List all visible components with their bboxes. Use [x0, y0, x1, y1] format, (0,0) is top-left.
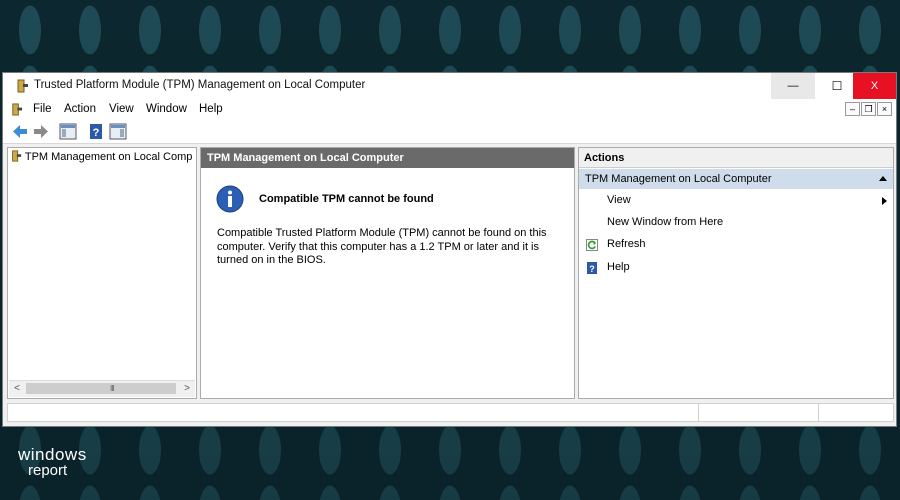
svg-text:?: ? [93, 127, 100, 139]
close-icon: × [881, 104, 888, 114]
actions-header: Actions [579, 148, 893, 168]
windows-report-logo: windows report [18, 445, 87, 479]
message-body: Compatible Trusted Platform Module (TPM)… [217, 227, 547, 266]
results-pane-header: TPM Management on Local Computer [201, 148, 574, 168]
mdi-minimize-button[interactable]: – [845, 102, 860, 116]
toolbar: ? [3, 120, 896, 144]
maximize-icon: ☐ [831, 79, 843, 93]
scroll-right-icon[interactable]: > [179, 381, 195, 397]
menu-window[interactable]: Window [146, 103, 187, 115]
menu-action[interactable]: Action [64, 103, 96, 115]
action-label: Help [607, 261, 630, 273]
info-icon [216, 185, 244, 213]
scroll-left-icon[interactable]: < [9, 381, 25, 397]
horizontal-scrollbar[interactable]: < III > [9, 380, 195, 397]
status-divider [698, 404, 699, 421]
actions-section-header[interactable]: TPM Management on Local Computer [579, 169, 893, 189]
status-bar [7, 403, 894, 422]
window-title: Trusted Platform Module (TPM) Management… [34, 79, 366, 91]
tree-item-label: TPM Management on Local Comp [24, 151, 193, 163]
action-label: View [607, 194, 631, 206]
action-item-help[interactable]: ? Help [579, 259, 893, 277]
show-hide-console-tree-icon[interactable] [59, 123, 77, 140]
action-label: New Window from Here [607, 216, 724, 228]
back-arrow-icon[interactable] [11, 123, 29, 140]
actions-pane: Actions TPM Management on Local Computer… [578, 147, 894, 399]
mdi-restore-button[interactable]: ❐ [861, 102, 876, 116]
logo-line-1: windows [18, 445, 87, 464]
minimize-button[interactable]: — [771, 73, 815, 99]
refresh-icon [586, 239, 598, 251]
action-item-refresh[interactable]: Refresh [579, 236, 893, 254]
minimize-icon: – [849, 104, 855, 114]
action-item-new-window[interactable]: New Window from Here [579, 214, 893, 232]
submenu-arrow-icon [882, 197, 887, 205]
minimize-icon: — [787, 80, 799, 92]
message-title: Compatible TPM cannot be found [259, 193, 434, 205]
menu-file[interactable]: File [33, 103, 52, 115]
menu-bar: File Action View Window Help [3, 99, 896, 120]
tpm-chip-icon [17, 79, 28, 93]
close-button[interactable]: X [853, 73, 896, 99]
actions-section-label: TPM Management on Local Computer [585, 173, 772, 185]
tpm-chip-icon [12, 150, 22, 162]
results-pane: TPM Management on Local Computer Compati… [200, 147, 575, 399]
menu-view[interactable]: View [109, 103, 134, 115]
restore-icon: ❐ [864, 104, 873, 114]
show-hide-action-pane-icon[interactable] [109, 123, 127, 140]
mdi-close-button[interactable]: × [877, 102, 892, 116]
console-tree-pane: TPM Management on Local Comp < III > [7, 147, 197, 399]
status-divider [818, 404, 819, 421]
collapse-icon[interactable] [879, 176, 887, 181]
app-menu-icon[interactable] [10, 103, 23, 116]
help-icon: ? [587, 262, 597, 274]
scroll-grip-icon: III [110, 384, 115, 393]
forward-arrow-icon[interactable] [32, 123, 50, 140]
action-label: Refresh [607, 238, 646, 250]
svg-text:?: ? [589, 264, 595, 274]
logo-line-2: report [28, 462, 68, 479]
title-bar[interactable]: Trusted Platform Module (TPM) Management… [3, 73, 896, 99]
close-icon: X [870, 80, 879, 92]
mmc-window: Trusted Platform Module (TPM) Management… [2, 72, 897, 427]
help-icon[interactable]: ? [87, 123, 105, 140]
menu-help[interactable]: Help [199, 103, 223, 115]
tree-item-tpm-management[interactable]: TPM Management on Local Comp [10, 150, 196, 163]
action-item-view[interactable]: View [579, 192, 893, 210]
scroll-thumb[interactable]: III [26, 383, 176, 394]
